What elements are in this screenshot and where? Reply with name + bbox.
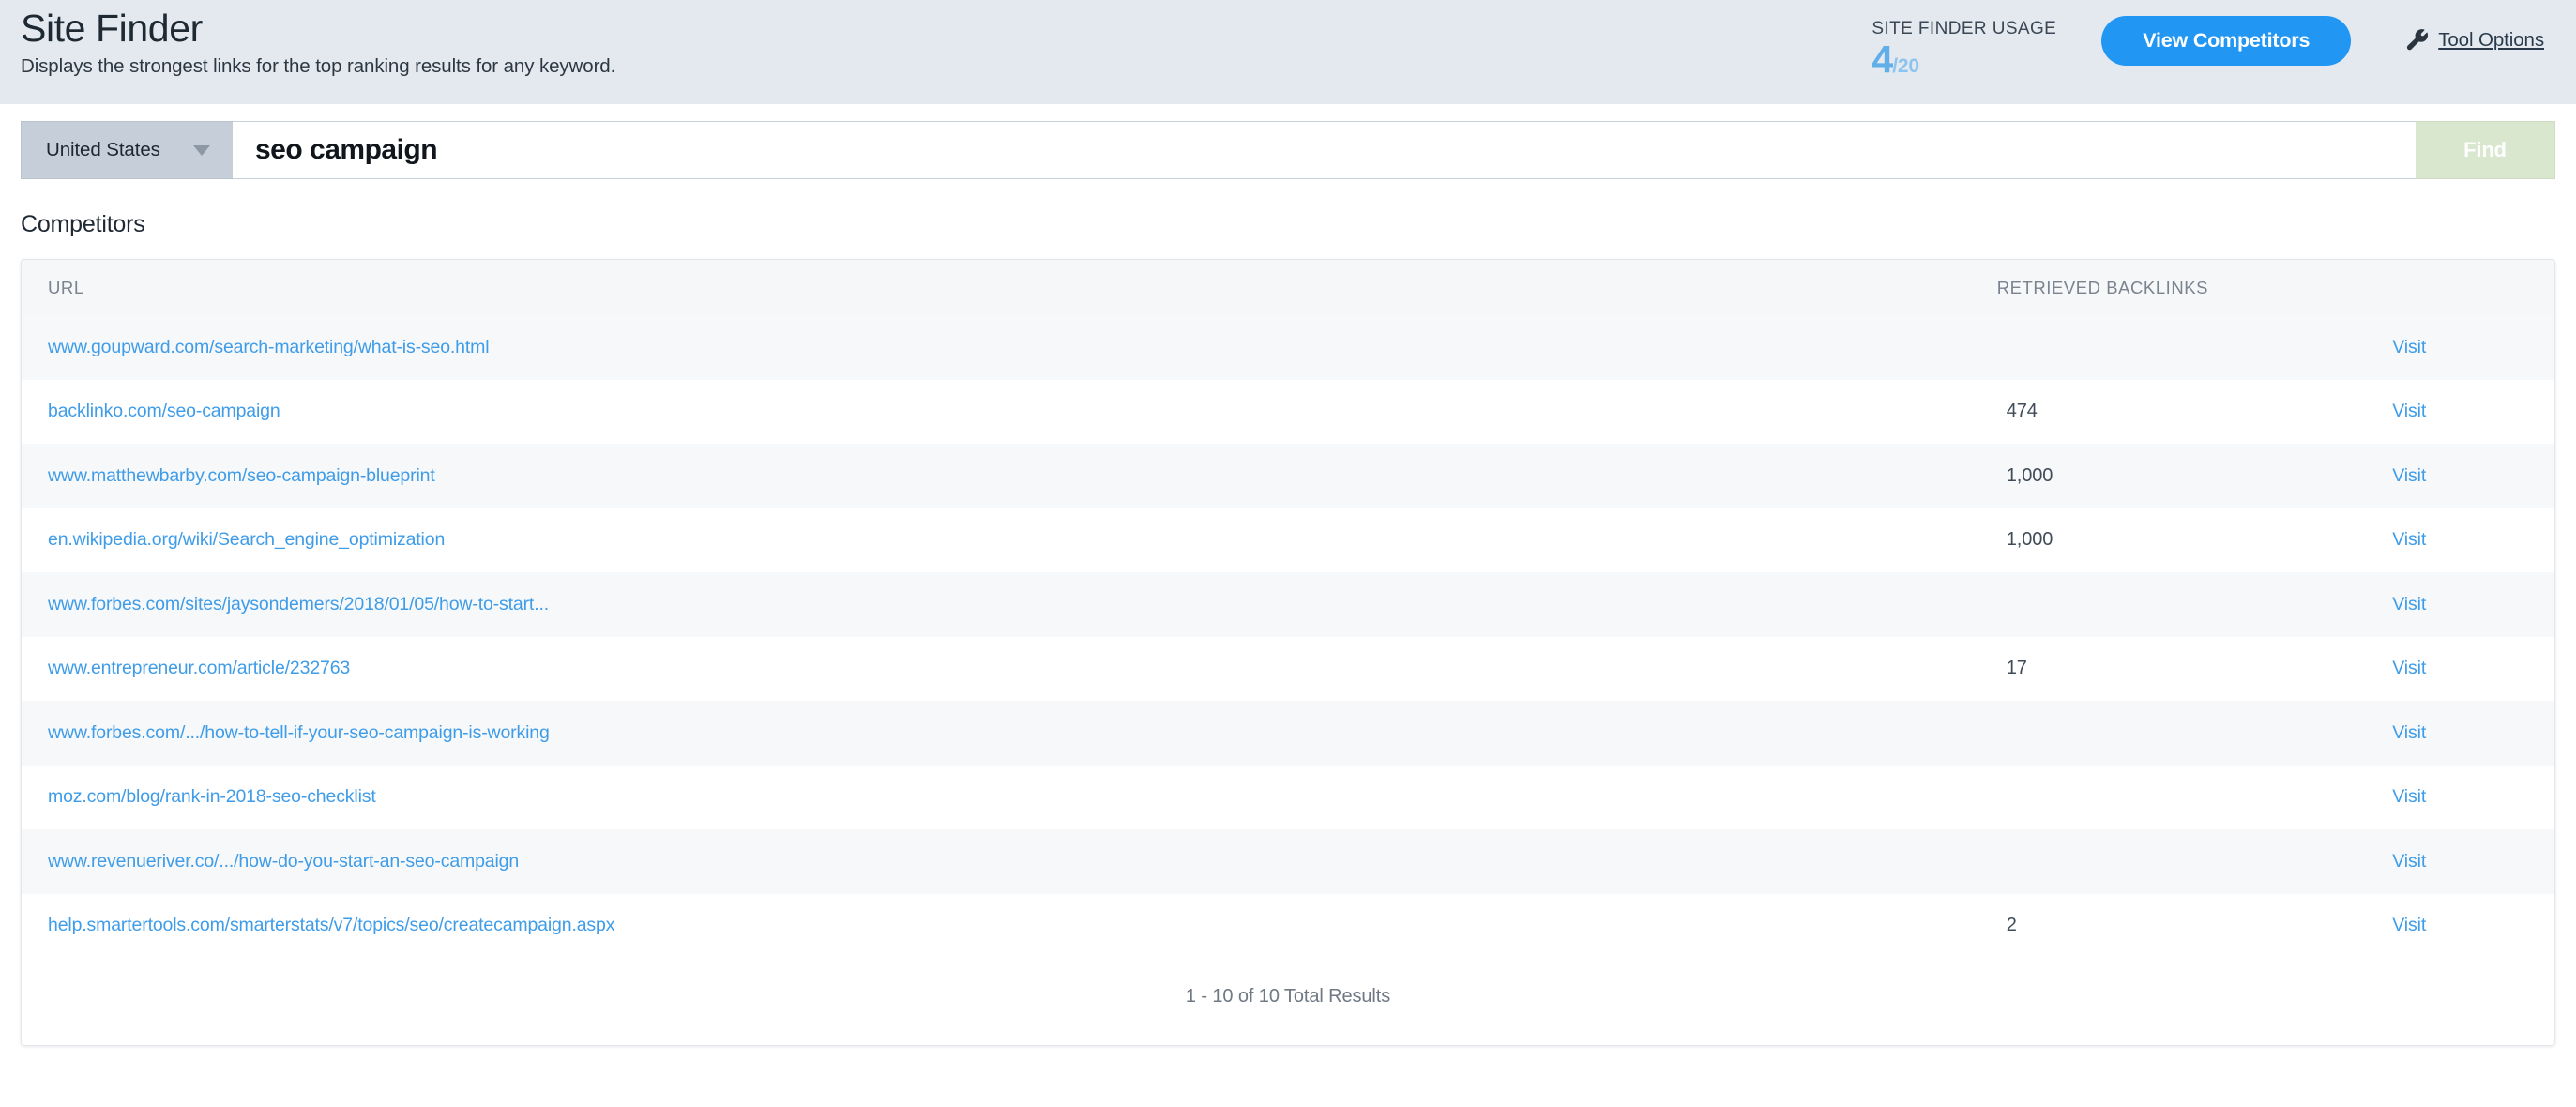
cell-retrieved-backlinks: 1,000 bbox=[1980, 508, 2367, 573]
competitor-url-link[interactable]: www.revenueriver.co/.../how-do-you-start… bbox=[48, 851, 519, 872]
visit-link[interactable]: Visit bbox=[2392, 465, 2426, 486]
view-competitors-button[interactable]: View Competitors bbox=[2101, 16, 2351, 66]
table-row: backlinko.com/seo-campaign 474 Visit bbox=[22, 380, 2554, 445]
cell-visit: Visit bbox=[2366, 894, 2554, 959]
cell-visit: Visit bbox=[2366, 829, 2554, 894]
usage-label: SITE FINDER USAGE bbox=[1871, 19, 2056, 39]
visit-link[interactable]: Visit bbox=[2392, 529, 2426, 550]
table-row: www.matthewbarby.com/seo-campaign-bluepr… bbox=[22, 444, 2554, 508]
cell-url: www.revenueriver.co/.../how-do-you-start… bbox=[22, 829, 1980, 894]
visit-link[interactable]: Visit bbox=[2392, 594, 2426, 614]
competitor-url-link[interactable]: moz.com/blog/rank-in-2018-seo-checklist bbox=[48, 786, 376, 807]
visit-link[interactable]: Visit bbox=[2392, 915, 2426, 935]
wrench-icon bbox=[2405, 28, 2432, 54]
table-header: URL RETRIEVED BACKLINKS bbox=[22, 260, 2554, 315]
cell-url: moz.com/blog/rank-in-2018-seo-checklist bbox=[22, 766, 1980, 830]
cell-visit: Visit bbox=[2366, 637, 2554, 702]
cell-url: www.entrepreneur.com/article/232763 bbox=[22, 637, 1980, 702]
visit-link[interactable]: Visit bbox=[2392, 851, 2426, 872]
cell-url: help.smartertools.com/smarterstats/v7/to… bbox=[22, 894, 1980, 959]
section-title: Competitors bbox=[21, 211, 2576, 238]
cell-url: www.forbes.com/.../how-to-tell-if-your-s… bbox=[22, 701, 1980, 766]
page-subtitle: Displays the strongest links for the top… bbox=[21, 55, 615, 78]
table-row: www.forbes.com/sites/jaysondemers/2018/0… bbox=[22, 572, 2554, 637]
cell-visit: Visit bbox=[2366, 444, 2554, 508]
column-header-backlinks: RETRIEVED BACKLINKS bbox=[1980, 260, 2367, 315]
cell-url: backlinko.com/seo-campaign bbox=[22, 380, 1980, 445]
cell-retrieved-backlinks: 2 bbox=[1980, 894, 2367, 959]
backlinks-value: 1,000 bbox=[2007, 529, 2053, 550]
cell-visit: Visit bbox=[2366, 766, 2554, 830]
table-row: moz.com/blog/rank-in-2018-seo-checklist V… bbox=[22, 766, 2554, 830]
visit-link[interactable]: Visit bbox=[2392, 401, 2426, 421]
table-header-row: URL RETRIEVED BACKLINKS bbox=[22, 260, 2554, 315]
cell-visit: Visit bbox=[2366, 572, 2554, 637]
competitor-url-link[interactable]: www.matthewbarby.com/seo-campaign-bluepr… bbox=[48, 465, 435, 486]
header-title-block: Site Finder Displays the strongest links… bbox=[0, 0, 615, 78]
backlinks-value: 1,000 bbox=[2007, 465, 2053, 486]
cell-retrieved-backlinks bbox=[1980, 701, 2367, 766]
competitors-table: URL RETRIEVED BACKLINKS www.goupward.com… bbox=[22, 260, 2554, 958]
cell-visit: Visit bbox=[2366, 508, 2554, 573]
table-row: www.forbes.com/.../how-to-tell-if-your-s… bbox=[22, 701, 2554, 766]
cell-retrieved-backlinks: 474 bbox=[1980, 380, 2367, 445]
visit-link[interactable]: Visit bbox=[2392, 786, 2426, 807]
table-row: en.wikipedia.org/wiki/Search_engine_opti… bbox=[22, 508, 2554, 573]
cell-retrieved-backlinks bbox=[1980, 766, 2367, 830]
visit-link[interactable]: Visit bbox=[2392, 658, 2426, 678]
usage-total: /20 bbox=[1892, 55, 1919, 77]
tool-options-link[interactable]: Tool Options bbox=[2405, 16, 2544, 53]
competitor-url-link[interactable]: www.forbes.com/.../how-to-tell-if-your-s… bbox=[48, 722, 550, 743]
country-select-label: United States bbox=[46, 139, 160, 161]
app-header: Site Finder Displays the strongest links… bbox=[0, 0, 2576, 104]
backlinks-value: 17 bbox=[2007, 658, 2027, 678]
backlinks-value: 474 bbox=[2007, 401, 2038, 421]
cell-retrieved-backlinks: 17 bbox=[1980, 637, 2367, 702]
cell-visit: Visit bbox=[2366, 701, 2554, 766]
cell-retrieved-backlinks bbox=[1980, 829, 2367, 894]
cell-url: www.forbes.com/sites/jaysondemers/2018/0… bbox=[22, 572, 1980, 637]
country-select[interactable]: United States bbox=[21, 121, 233, 179]
visit-link[interactable]: Visit bbox=[2392, 337, 2426, 357]
find-button[interactable]: Find bbox=[2416, 121, 2555, 179]
column-header-url: URL bbox=[22, 260, 1980, 315]
competitor-url-link[interactable]: www.goupward.com/search-marketing/what-i… bbox=[48, 337, 489, 357]
column-header-actions bbox=[2366, 260, 2554, 315]
cell-retrieved-backlinks bbox=[1980, 572, 2367, 637]
competitors-card: URL RETRIEVED BACKLINKS www.goupward.com… bbox=[21, 259, 2555, 1046]
table-row: www.goupward.com/search-marketing/what-i… bbox=[22, 315, 2554, 380]
cell-url: en.wikipedia.org/wiki/Search_engine_opti… bbox=[22, 508, 1980, 573]
table-row: help.smartertools.com/smarterstats/v7/to… bbox=[22, 894, 2554, 959]
competitor-url-link[interactable]: en.wikipedia.org/wiki/Search_engine_opti… bbox=[48, 529, 445, 550]
search-bar: United States Find bbox=[0, 121, 2576, 179]
competitor-url-link[interactable]: backlinko.com/seo-campaign bbox=[48, 401, 280, 421]
header-actions: SITE FINDER USAGE 4/20 View Competitors … bbox=[1871, 0, 2576, 79]
visit-link[interactable]: Visit bbox=[2392, 722, 2426, 743]
site-finder-usage: SITE FINDER USAGE 4/20 bbox=[1871, 16, 2056, 79]
backlinks-value: 2 bbox=[2007, 915, 2017, 935]
competitor-url-link[interactable]: www.entrepreneur.com/article/232763 bbox=[48, 658, 350, 678]
tool-options-label: Tool Options bbox=[2438, 29, 2544, 52]
cell-retrieved-backlinks: 1,000 bbox=[1980, 444, 2367, 508]
results-count-label: 1 - 10 of 10 Total Results bbox=[1186, 986, 1390, 1008]
cell-visit: Visit bbox=[2366, 380, 2554, 445]
usage-value: 4/20 bbox=[1871, 40, 2056, 79]
chevron-down-icon bbox=[193, 145, 210, 156]
page-title: Site Finder bbox=[21, 8, 615, 49]
competitor-url-link[interactable]: www.forbes.com/sites/jaysondemers/2018/0… bbox=[48, 594, 549, 614]
cell-visit: Visit bbox=[2366, 315, 2554, 380]
cell-url: www.matthewbarby.com/seo-campaign-bluepr… bbox=[22, 444, 1980, 508]
table-body: www.goupward.com/search-marketing/what-i… bbox=[22, 315, 2554, 958]
competitor-url-link[interactable]: help.smartertools.com/smarterstats/v7/to… bbox=[48, 915, 614, 935]
search-input[interactable] bbox=[233, 121, 2416, 179]
cell-retrieved-backlinks bbox=[1980, 315, 2367, 380]
table-row: www.revenueriver.co/.../how-do-you-start… bbox=[22, 829, 2554, 894]
cell-url: www.goupward.com/search-marketing/what-i… bbox=[22, 315, 1980, 380]
table-footer: 1 - 10 of 10 Total Results bbox=[22, 958, 2554, 1045]
usage-count: 4 bbox=[1871, 38, 1892, 81]
table-row: www.entrepreneur.com/article/232763 17 Vis… bbox=[22, 637, 2554, 702]
